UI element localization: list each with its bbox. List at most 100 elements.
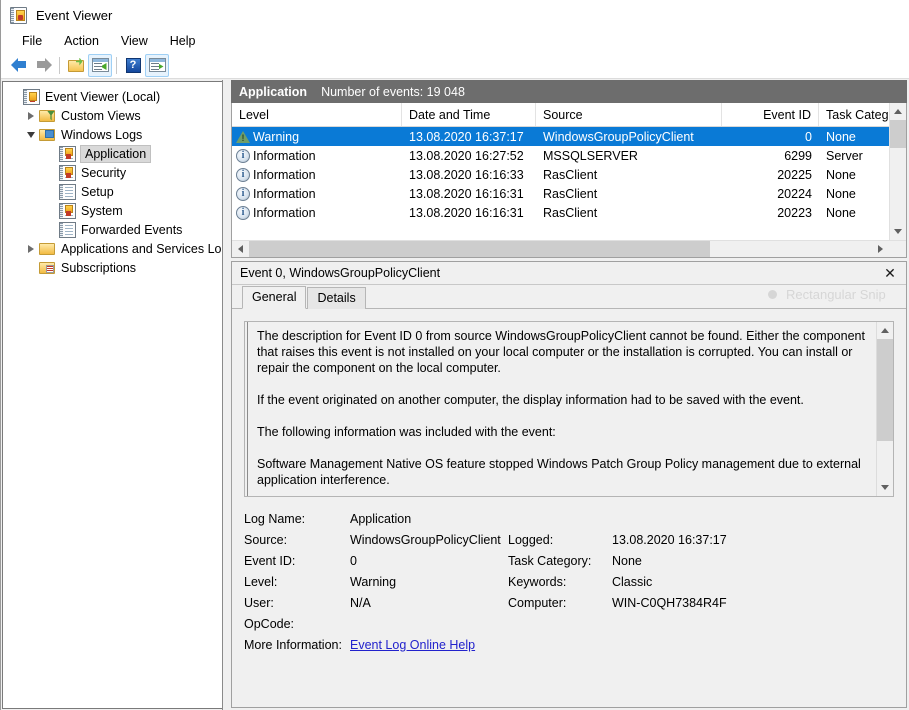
tree-item-label: Forwarded Events <box>81 222 183 237</box>
folder-open-icon <box>67 58 85 73</box>
event-list: Level Date and Time Source Event ID Task… <box>231 103 907 258</box>
menu-item-file[interactable]: File <box>11 32 53 50</box>
main-body: Event Viewer (Local) Custom Views Windows … <box>1 80 909 710</box>
tree-expander-placeholder <box>43 203 59 219</box>
metadata-spacer-3 <box>508 614 612 635</box>
metadata-row-event-id: Event ID: 0 Task Category: None <box>244 551 894 572</box>
event-list-row[interactable]: Information 13.08.2020 16:27:52 MSSQLSERVE… <box>232 146 906 165</box>
log-name-value: Application <box>350 512 412 526</box>
show-hide-action-pane-button[interactable] <box>145 53 169 77</box>
event-description-text: The description for Event ID 0 from sour… <box>247 322 876 496</box>
description-paragraph-4: Software Management Native OS feature st… <box>257 457 861 487</box>
column-header-date-and-time[interactable]: Date and Time <box>402 103 536 126</box>
column-header-source[interactable]: Source <box>536 103 722 126</box>
tree-item-forwarded-events[interactable]: Forwarded Events <box>3 220 222 239</box>
tree-item-label: Event Viewer (Local) <box>45 89 161 104</box>
description-paragraph-3: The following information was included w… <box>257 425 556 439</box>
information-icon <box>236 205 250 220</box>
menu-item-view[interactable]: View <box>110 32 159 50</box>
tree-item-system[interactable]: System <box>3 201 222 220</box>
tree-item-windows-logs[interactable]: Windows Logs <box>3 125 222 144</box>
back-button[interactable] <box>7 54 31 77</box>
title-bar: Event Viewer <box>1 0 909 30</box>
cell-level: Information <box>253 205 316 220</box>
tree-item-custom-views[interactable]: Custom Views <box>3 106 222 125</box>
event-viewer-icon <box>23 88 40 105</box>
event-log-online-help-link[interactable]: Event Log Online Help <box>350 638 475 652</box>
scroll-up-button[interactable] <box>890 103 906 120</box>
scroll-thumb[interactable] <box>890 120 906 148</box>
information-icon <box>236 186 250 201</box>
keywords-value: Classic <box>612 575 653 589</box>
hscroll-track[interactable] <box>249 241 872 257</box>
menu-item-help[interactable]: Help <box>159 32 207 50</box>
metadata-row-opcode: OpCode: <box>244 614 894 635</box>
right-pane: Application Number of events: 19 048 Lev… <box>231 80 909 710</box>
scroll-left-button[interactable] <box>232 241 249 257</box>
tree-expander-right[interactable] <box>23 108 39 124</box>
close-icon[interactable]: ✕ <box>880 263 900 283</box>
properties-button[interactable] <box>88 53 112 77</box>
arrow-right-icon <box>35 58 52 72</box>
snip-dot-icon <box>768 289 777 299</box>
tree-expander-right[interactable] <box>23 241 39 257</box>
tab-general[interactable]: General <box>242 286 307 309</box>
chevron-right-icon <box>878 245 883 253</box>
tab-details[interactable]: Details <box>307 287 366 309</box>
scroll-right-button[interactable] <box>872 241 889 257</box>
tree-item-application[interactable]: Application <box>3 144 222 163</box>
description-scroll-track[interactable] <box>877 339 893 479</box>
logged-value: 13.08.2020 16:37:17 <box>612 533 727 547</box>
description-vertical-scrollbar[interactable] <box>876 322 893 496</box>
cell-date-and-time: 13.08.2020 16:16:31 <box>409 205 524 220</box>
show-hide-console-tree-button[interactable] <box>64 54 88 77</box>
scroll-down-button[interactable] <box>890 223 906 240</box>
tree-expander-down[interactable] <box>23 127 39 143</box>
metadata-row-level: Level: Warning Keywords: Classic <box>244 572 894 593</box>
metadata-spacer-1 <box>508 509 612 530</box>
menu-item-action[interactable]: Action <box>53 32 110 50</box>
log-name-label: Log Name: <box>244 512 306 526</box>
cell-event-id: 20225 <box>777 167 812 182</box>
tree-item-event-viewer-local[interactable]: Event Viewer (Local) <box>3 87 222 106</box>
event-list-row[interactable]: Warning 13.08.2020 16:37:17 WindowsGroupPo… <box>232 127 906 146</box>
tree-item-subscriptions[interactable]: Subscriptions <box>3 258 222 277</box>
event-list-row[interactable]: Information 13.08.2020 16:16:33 RasClient 2… <box>232 165 906 184</box>
column-header-level[interactable]: Level <box>232 103 402 126</box>
tree-expander-placeholder <box>23 260 39 276</box>
scroll-track[interactable] <box>890 120 906 223</box>
description-scroll-down-button[interactable] <box>877 479 893 496</box>
column-header-event-id[interactable]: Event ID <box>722 103 819 126</box>
scrollbar-corner <box>889 241 906 257</box>
cell-task-category: None <box>826 129 856 144</box>
forward-button[interactable] <box>31 54 55 77</box>
chevron-right-icon <box>28 244 34 253</box>
cell-date-and-time: 13.08.2020 16:37:17 <box>409 129 524 144</box>
cell-source: RasClient <box>543 205 598 220</box>
folder-monitor-icon <box>39 127 56 143</box>
cell-source: RasClient <box>543 167 598 182</box>
description-scroll-up-button[interactable] <box>877 322 893 339</box>
event-list-row[interactable]: Information 13.08.2020 16:16:31 RasClient 2… <box>232 184 906 203</box>
hscroll-thumb[interactable] <box>249 241 711 257</box>
event-list-row[interactable]: Information 13.08.2020 16:16:31 RasClient 2… <box>232 203 906 222</box>
event-id-label: Event ID: <box>244 554 296 568</box>
tree-item-security[interactable]: Security <box>3 163 222 182</box>
information-icon <box>236 167 250 182</box>
pane-splitter[interactable] <box>222 80 231 710</box>
column-header-task-category[interactable]: Task Categ <box>819 103 891 126</box>
list-banner-count: Number of events: 19 048 <box>321 84 465 99</box>
question-mark-icon: ? <box>125 57 141 73</box>
tree-item-setup[interactable]: Setup <box>3 182 222 201</box>
help-button[interactable]: ? <box>121 54 145 77</box>
tree-item-label: System <box>81 203 123 218</box>
chevron-up-icon <box>881 328 889 333</box>
cell-date-and-time: 13.08.2020 16:16:31 <box>409 186 524 201</box>
description-scroll-thumb[interactable] <box>877 339 893 441</box>
event-list-vertical-scrollbar[interactable] <box>889 103 906 240</box>
task-category-value: None <box>612 554 642 568</box>
event-list-horizontal-scrollbar[interactable] <box>232 240 906 257</box>
snip-label: Rectangular Snip <box>786 286 886 302</box>
warning-icon <box>236 130 250 144</box>
tree-item-applications-and-services-logs[interactable]: Applications and Services Logs <box>3 239 222 258</box>
